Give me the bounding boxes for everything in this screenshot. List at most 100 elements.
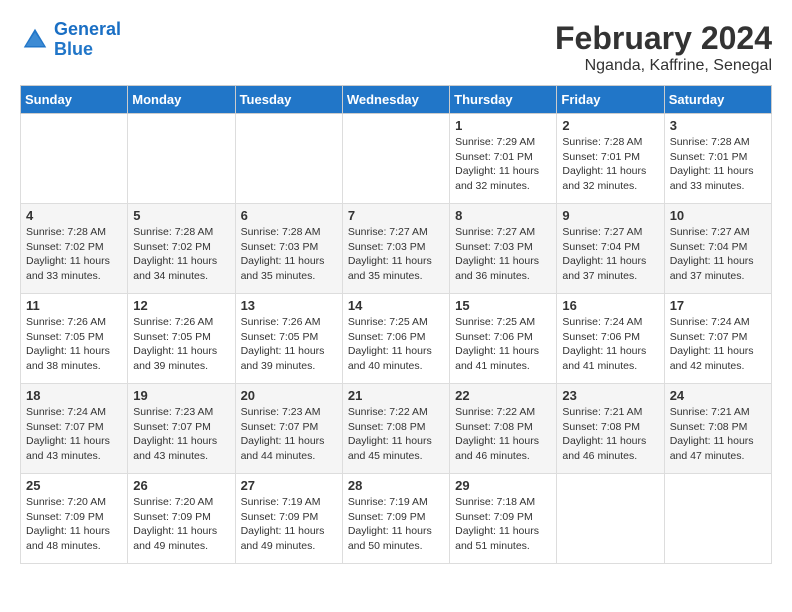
calendar-cell: 10 Sunrise: 7:27 AM Sunset: 7:04 PM Dayli… [664,204,771,294]
day-number: 8 [455,208,551,223]
calendar-cell: 24 Sunrise: 7:21 AM Sunset: 7:08 PM Dayli… [664,384,771,474]
calendar-cell [128,114,235,204]
cell-content: Sunrise: 7:27 AM Sunset: 7:03 PM Dayligh… [348,225,444,284]
calendar-cell: 6Sunrise: 7:28 AM Sunset: 7:03 PM Daylig… [235,204,342,294]
day-number: 27 [241,478,337,493]
calendar-cell [664,474,771,564]
calendar-cell [342,114,449,204]
day-number: 4 [26,208,122,223]
calendar-cell: 29 Sunrise: 7:18 AM Sunset: 7:09 PM Dayli… [450,474,557,564]
day-number: 25 [26,478,122,493]
day-number: 2 [562,118,658,133]
calendar-week-3: 18 Sunrise: 7:24 AM Sunset: 7:07 PM Dayli… [21,384,772,474]
cell-content: Sunrise: 7:22 AM Sunset: 7:08 PM Dayligh… [348,405,444,464]
cell-content: Sunrise: 7:23 AM Sunset: 7:07 PM Dayligh… [241,405,337,464]
cell-content: Sunrise: 7:19 AM Sunset: 7:09 PM Dayligh… [241,495,337,554]
cell-content: Sunrise: 7:28 AM Sunset: 7:01 PM Dayligh… [670,135,766,194]
cell-content: Sunrise: 7:21 AM Sunset: 7:08 PM Dayligh… [562,405,658,464]
day-number: 7 [348,208,444,223]
calendar-cell: 8Sunrise: 7:27 AM Sunset: 7:03 PM Daylig… [450,204,557,294]
title-block: February 2024 Nganda, Kaffrine, Senegal [555,20,772,75]
day-number: 1 [455,118,551,133]
header-friday: Friday [557,86,664,114]
calendar-week-4: 25 Sunrise: 7:20 AM Sunset: 7:09 PM Dayli… [21,474,772,564]
calendar-cell: 26 Sunrise: 7:20 AM Sunset: 7:09 PM Dayli… [128,474,235,564]
calendar-cell: 19Sunrise: 7:23 AM Sunset: 7:07 PM Dayli… [128,384,235,474]
calendar-cell: 20 Sunrise: 7:23 AM Sunset: 7:07 PM Dayli… [235,384,342,474]
day-number: 17 [670,298,766,313]
calendar-cell: 9 Sunrise: 7:27 AM Sunset: 7:04 PM Daylig… [557,204,664,294]
cell-content: Sunrise: 7:21 AM Sunset: 7:08 PM Dayligh… [670,405,766,464]
cell-content: Sunrise: 7:19 AM Sunset: 7:09 PM Dayligh… [348,495,444,554]
day-number: 13 [241,298,337,313]
calendar-body: 1 Sunrise: 7:29 AM Sunset: 7:01 PM Daylig… [21,114,772,564]
day-number: 24 [670,388,766,403]
cell-content: Sunrise: 7:22 AM Sunset: 7:08 PM Dayligh… [455,405,551,464]
day-number: 16 [562,298,658,313]
day-number: 12 [133,298,229,313]
cell-content: Sunrise: 7:26 AM Sunset: 7:05 PM Dayligh… [133,315,229,374]
header-row: Sunday Monday Tuesday Wednesday Thursday… [21,86,772,114]
day-number: 19 [133,388,229,403]
logo-icon [20,25,50,55]
calendar-cell: 11Sunrise: 7:26 AM Sunset: 7:05 PM Dayli… [21,294,128,384]
cell-content: Sunrise: 7:27 AM Sunset: 7:04 PM Dayligh… [670,225,766,284]
day-number: 10 [670,208,766,223]
calendar-cell: 23 Sunrise: 7:21 AM Sunset: 7:08 PM Dayli… [557,384,664,474]
header-tuesday: Tuesday [235,86,342,114]
cell-content: Sunrise: 7:18 AM Sunset: 7:09 PM Dayligh… [455,495,551,554]
day-number: 20 [241,388,337,403]
day-number: 9 [562,208,658,223]
calendar-cell: 5 Sunrise: 7:28 AM Sunset: 7:02 PM Daylig… [128,204,235,294]
logo-line2: Blue [54,39,93,59]
cell-content: Sunrise: 7:28 AM Sunset: 7:02 PM Dayligh… [133,225,229,284]
cell-content: Sunrise: 7:28 AM Sunset: 7:01 PM Dayligh… [562,135,658,194]
calendar-week-2: 11 Sunrise: 7:26 AM Sunset: 7:05 PM Dayli… [21,294,772,384]
header-wednesday: Wednesday [342,86,449,114]
day-number: 14 [348,298,444,313]
calendar-cell: 25 Sunrise: 7:20 AM Sunset: 7:09 PM Dayli… [21,474,128,564]
calendar-cell: 22 Sunrise: 7:22 AM Sunset: 7:08 PM Dayli… [450,384,557,474]
calendar-cell: 28 Sunrise: 7:19 AM Sunset: 7:09 PM Dayli… [342,474,449,564]
calendar-cell: 15Sunrise: 7:25 AM Sunset: 7:06 PM Dayli… [450,294,557,384]
cell-content: Sunrise: 7:24 AM Sunset: 7:07 PM Dayligh… [26,405,122,464]
calendar-cell: 16 Sunrise: 7:24 AM Sunset: 7:06 PM Dayli… [557,294,664,384]
day-number: 18 [26,388,122,403]
cell-content: Sunrise: 7:28 AM Sunset: 7:02 PM Dayligh… [26,225,122,284]
cell-content: Sunrise: 7:24 AM Sunset: 7:06 PM Dayligh… [562,315,658,374]
calendar-header: Sunday Monday Tuesday Wednesday Thursday… [21,86,772,114]
calendar-cell: 21Sunrise: 7:22 AM Sunset: 7:08 PM Dayli… [342,384,449,474]
header-thursday: Thursday [450,86,557,114]
calendar-table: Sunday Monday Tuesday Wednesday Thursday… [20,85,772,564]
cell-content: Sunrise: 7:27 AM Sunset: 7:04 PM Dayligh… [562,225,658,284]
calendar-cell: 17Sunrise: 7:24 AM Sunset: 7:07 PM Dayli… [664,294,771,384]
page-header: General Blue February 2024 Nganda, Kaffr… [20,20,772,75]
day-number: 23 [562,388,658,403]
day-number: 3 [670,118,766,133]
cell-content: Sunrise: 7:20 AM Sunset: 7:09 PM Dayligh… [26,495,122,554]
calendar-week-1: 4 Sunrise: 7:28 AM Sunset: 7:02 PM Daylig… [21,204,772,294]
day-number: 28 [348,478,444,493]
logo-text: General Blue [54,20,121,60]
location: Nganda, Kaffrine, Senegal [555,57,772,75]
day-number: 11 [26,298,122,313]
cell-content: Sunrise: 7:20 AM Sunset: 7:09 PM Dayligh… [133,495,229,554]
calendar-cell [557,474,664,564]
month-title: February 2024 [555,20,772,57]
day-number: 22 [455,388,551,403]
calendar-cell [21,114,128,204]
calendar-cell: 3 Sunrise: 7:28 AM Sunset: 7:01 PM Daylig… [664,114,771,204]
header-sunday: Sunday [21,86,128,114]
calendar-cell: 12 Sunrise: 7:26 AM Sunset: 7:05 PM Dayli… [128,294,235,384]
day-number: 26 [133,478,229,493]
logo: General Blue [20,20,121,60]
calendar-cell: 18 Sunrise: 7:24 AM Sunset: 7:07 PM Dayli… [21,384,128,474]
header-monday: Monday [128,86,235,114]
calendar-cell: 14Sunrise: 7:25 AM Sunset: 7:06 PM Dayli… [342,294,449,384]
day-number: 5 [133,208,229,223]
cell-content: Sunrise: 7:26 AM Sunset: 7:05 PM Dayligh… [241,315,337,374]
cell-content: Sunrise: 7:29 AM Sunset: 7:01 PM Dayligh… [455,135,551,194]
day-number: 29 [455,478,551,493]
calendar-week-0: 1 Sunrise: 7:29 AM Sunset: 7:01 PM Daylig… [21,114,772,204]
calendar-cell: 4 Sunrise: 7:28 AM Sunset: 7:02 PM Daylig… [21,204,128,294]
